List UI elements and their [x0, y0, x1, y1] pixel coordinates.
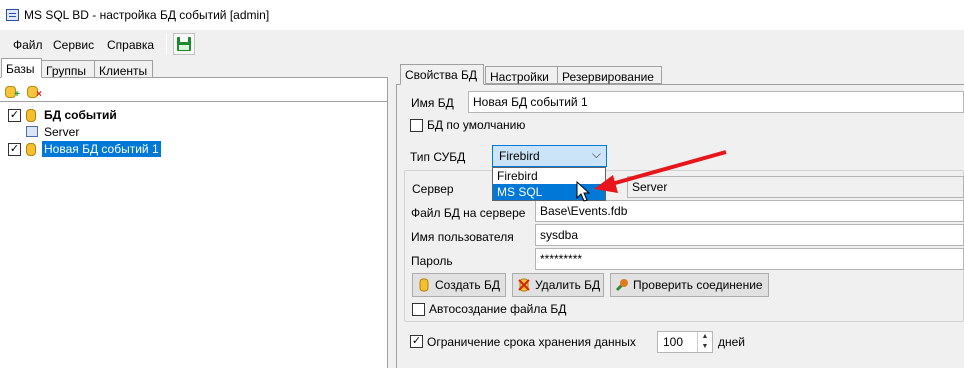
tab-settings[interactable]: Настройки — [485, 66, 558, 84]
tab-clients[interactable]: Клиенты — [94, 60, 153, 78]
retention-label: Ограничение срока хранения данных — [427, 335, 636, 349]
check-connection-icon — [615, 279, 628, 292]
server-label: Сервер — [412, 182, 454, 196]
tree-item-events-db[interactable]: ✓ БД событий — [8, 107, 128, 124]
default-db-checkbox[interactable] — [410, 119, 423, 132]
tab-databases[interactable]: Базы — [1, 58, 42, 78]
tree-item-server[interactable]: Server — [26, 124, 106, 141]
default-db-label: БД по умолчанию — [427, 118, 526, 132]
menu-bar: Файл Сервис Справка — [0, 30, 964, 58]
dbms-label: Тип СУБД — [410, 150, 466, 164]
create-db-label: Создать БД — [435, 278, 500, 292]
auto-create-checkbox[interactable] — [412, 303, 425, 316]
menu-help[interactable]: Справка — [107, 38, 154, 52]
retention-unit: дней — [718, 335, 746, 349]
dbms-selected-value: Firebird — [499, 149, 540, 163]
auto-create-label: Автосоздание файла БД — [429, 302, 567, 316]
tab-backup[interactable]: Резервирование — [557, 66, 662, 84]
password-label: Пароль — [411, 254, 453, 268]
annotation-arrow-icon — [594, 150, 727, 193]
save-button[interactable] — [173, 33, 195, 55]
toolbar-separator — [166, 34, 167, 54]
save-icon — [177, 37, 191, 51]
retention-checkbox[interactable]: ✓ — [410, 335, 423, 348]
title-bar: MS SQL BD - настройка БД событий [admin] — [0, 0, 964, 30]
tab-db-properties[interactable]: Свойства БД — [400, 64, 484, 85]
tree-item-label: БД событий — [44, 108, 117, 122]
user-label: Имя пользователя — [411, 230, 514, 244]
tree-checkbox[interactable]: ✓ — [8, 143, 21, 156]
create-db-icon — [419, 278, 429, 292]
database-icon — [26, 143, 36, 156]
app-icon — [6, 9, 19, 21]
spin-down-icon[interactable]: ▼ — [698, 342, 712, 352]
user-field[interactable]: sysdba — [535, 224, 964, 246]
database-icon — [26, 109, 36, 122]
tree-item-new-db[interactable]: ✓ Новая БД событий 1 — [8, 141, 168, 158]
db-name-label: Имя БД — [411, 96, 454, 110]
db-file-field[interactable]: Base\Events.fdb — [535, 200, 964, 222]
spin-up-icon[interactable]: ▲ — [698, 332, 712, 342]
delete-db-button[interactable]: Удалить БД — [512, 273, 604, 297]
delete-db-icon — [518, 278, 530, 292]
add-database-icon[interactable]: + — [5, 86, 20, 100]
password-field[interactable]: ********* — [535, 248, 964, 270]
db-name-field[interactable]: Новая БД событий 1 — [468, 91, 964, 113]
menu-file[interactable]: Файл — [13, 38, 43, 52]
tree-item-label-selected: Новая БД событий 1 — [42, 141, 161, 157]
window-title: MS SQL BD - настройка БД событий [admin] — [24, 8, 270, 22]
tree-checkbox[interactable]: ✓ — [8, 109, 21, 122]
db-file-label: Файл БД на сервере — [411, 206, 526, 220]
tab-groups[interactable]: Группы — [41, 60, 95, 78]
create-db-button[interactable]: Создать БД — [412, 273, 506, 297]
check-connection-button[interactable]: Проверить соединение — [610, 273, 769, 297]
server-icon — [26, 126, 38, 137]
databases-toolbar: + × — [0, 78, 387, 102]
splitter[interactable] — [388, 58, 396, 368]
delete-database-icon[interactable]: × — [27, 86, 42, 100]
menu-service[interactable]: Сервис — [53, 38, 94, 52]
retention-spinner[interactable]: ▲ ▼ — [697, 332, 712, 352]
delete-db-label: Удалить БД — [535, 278, 601, 292]
tree-item-label: Server — [44, 125, 80, 139]
check-connection-label: Проверить соединение — [633, 278, 763, 292]
